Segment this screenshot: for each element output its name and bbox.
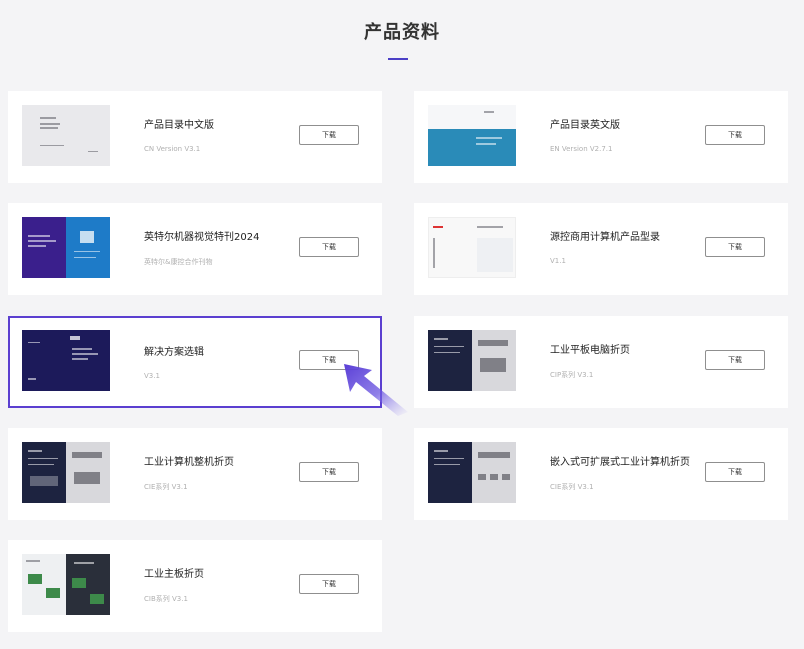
card-subtitle: CIP系列 V3.1 bbox=[550, 371, 594, 379]
card-subtitle: V1.1 bbox=[550, 257, 566, 265]
section-title: 产品资料 bbox=[364, 22, 440, 43]
card-product-catalog-cn: 产品目录中文版 CN Version V3.1 下载 bbox=[8, 91, 382, 183]
card-title: 英特尔机器视觉特刊2024 bbox=[144, 232, 260, 243]
card-title: 源控商用计算机产品型录 bbox=[550, 232, 660, 243]
card-title: 工业计算机整机折页 bbox=[144, 457, 234, 468]
download-button[interactable]: 下载 bbox=[705, 125, 765, 145]
card-subtitle: CN Version V3.1 bbox=[144, 145, 201, 153]
card-industrial-motherboard-brochure: 工业主板折页 CIB系列 V3.1 下载 bbox=[8, 540, 382, 632]
card-title: 产品目录英文版 bbox=[550, 120, 620, 131]
card-product-catalog-en: 产品目录英文版 EN Version V2.7.1 下载 bbox=[414, 91, 788, 183]
catalog-thumbnail bbox=[22, 105, 110, 166]
download-button[interactable]: 下载 bbox=[705, 350, 765, 370]
card-subtitle: CIE系列 V3.1 bbox=[144, 483, 188, 491]
card-title: 产品目录中文版 bbox=[144, 120, 214, 131]
download-button[interactable]: 下载 bbox=[705, 462, 765, 482]
card-title: 工业平板电脑折页 bbox=[550, 345, 630, 356]
card-subtitle: CIE系列 V3.1 bbox=[550, 483, 594, 491]
card-subtitle: 英特尔&康控合作刊物 bbox=[144, 258, 213, 266]
download-button[interactable]: 下载 bbox=[299, 237, 359, 257]
card-subtitle: CIB系列 V3.1 bbox=[144, 595, 188, 603]
card-title: 工业主板折页 bbox=[144, 569, 204, 580]
catalog-thumbnail bbox=[428, 105, 516, 166]
card-title: 嵌入式可扩展式工业计算机折页 bbox=[550, 457, 690, 468]
download-button[interactable]: 下载 bbox=[299, 350, 359, 370]
catalog-thumbnail bbox=[428, 217, 516, 278]
card-subtitle: V3.1 bbox=[144, 372, 160, 380]
card-subtitle: EN Version V2.7.1 bbox=[550, 145, 613, 153]
catalog-thumbnail bbox=[22, 217, 110, 278]
title-underline bbox=[388, 58, 408, 60]
product-materials-page: 产品资料 产品目录中文版 CN Version V3.1 下载 产品目录英文版 … bbox=[0, 0, 804, 649]
catalog-thumbnail bbox=[22, 442, 110, 503]
catalog-thumbnail bbox=[22, 330, 110, 391]
card-intel-vision-special: 英特尔机器视觉特刊2024 英特尔&康控合作刊物 下载 bbox=[8, 203, 382, 295]
card-title: 解决方案选辑 bbox=[144, 347, 204, 358]
card-industrial-tablet-brochure: 工业平板电脑折页 CIP系列 V3.1 下载 bbox=[414, 316, 788, 408]
card-embedded-expandable-brochure: 嵌入式可扩展式工业计算机折页 CIE系列 V3.1 下载 bbox=[414, 428, 788, 520]
catalog-thumbnail bbox=[22, 554, 110, 615]
download-button[interactable]: 下载 bbox=[299, 462, 359, 482]
card-solutions-collection: 解决方案选辑 V3.1 下载 bbox=[8, 316, 382, 408]
catalog-thumbnail bbox=[428, 442, 516, 503]
card-industrial-computer-brochure: 工业计算机整机折页 CIE系列 V3.1 下载 bbox=[8, 428, 382, 520]
download-button[interactable]: 下载 bbox=[705, 237, 765, 257]
catalog-thumbnail bbox=[428, 330, 516, 391]
download-button[interactable]: 下载 bbox=[299, 574, 359, 594]
card-commercial-computer-catalog: 源控商用计算机产品型录 V1.1 下载 bbox=[414, 203, 788, 295]
download-button[interactable]: 下载 bbox=[299, 125, 359, 145]
